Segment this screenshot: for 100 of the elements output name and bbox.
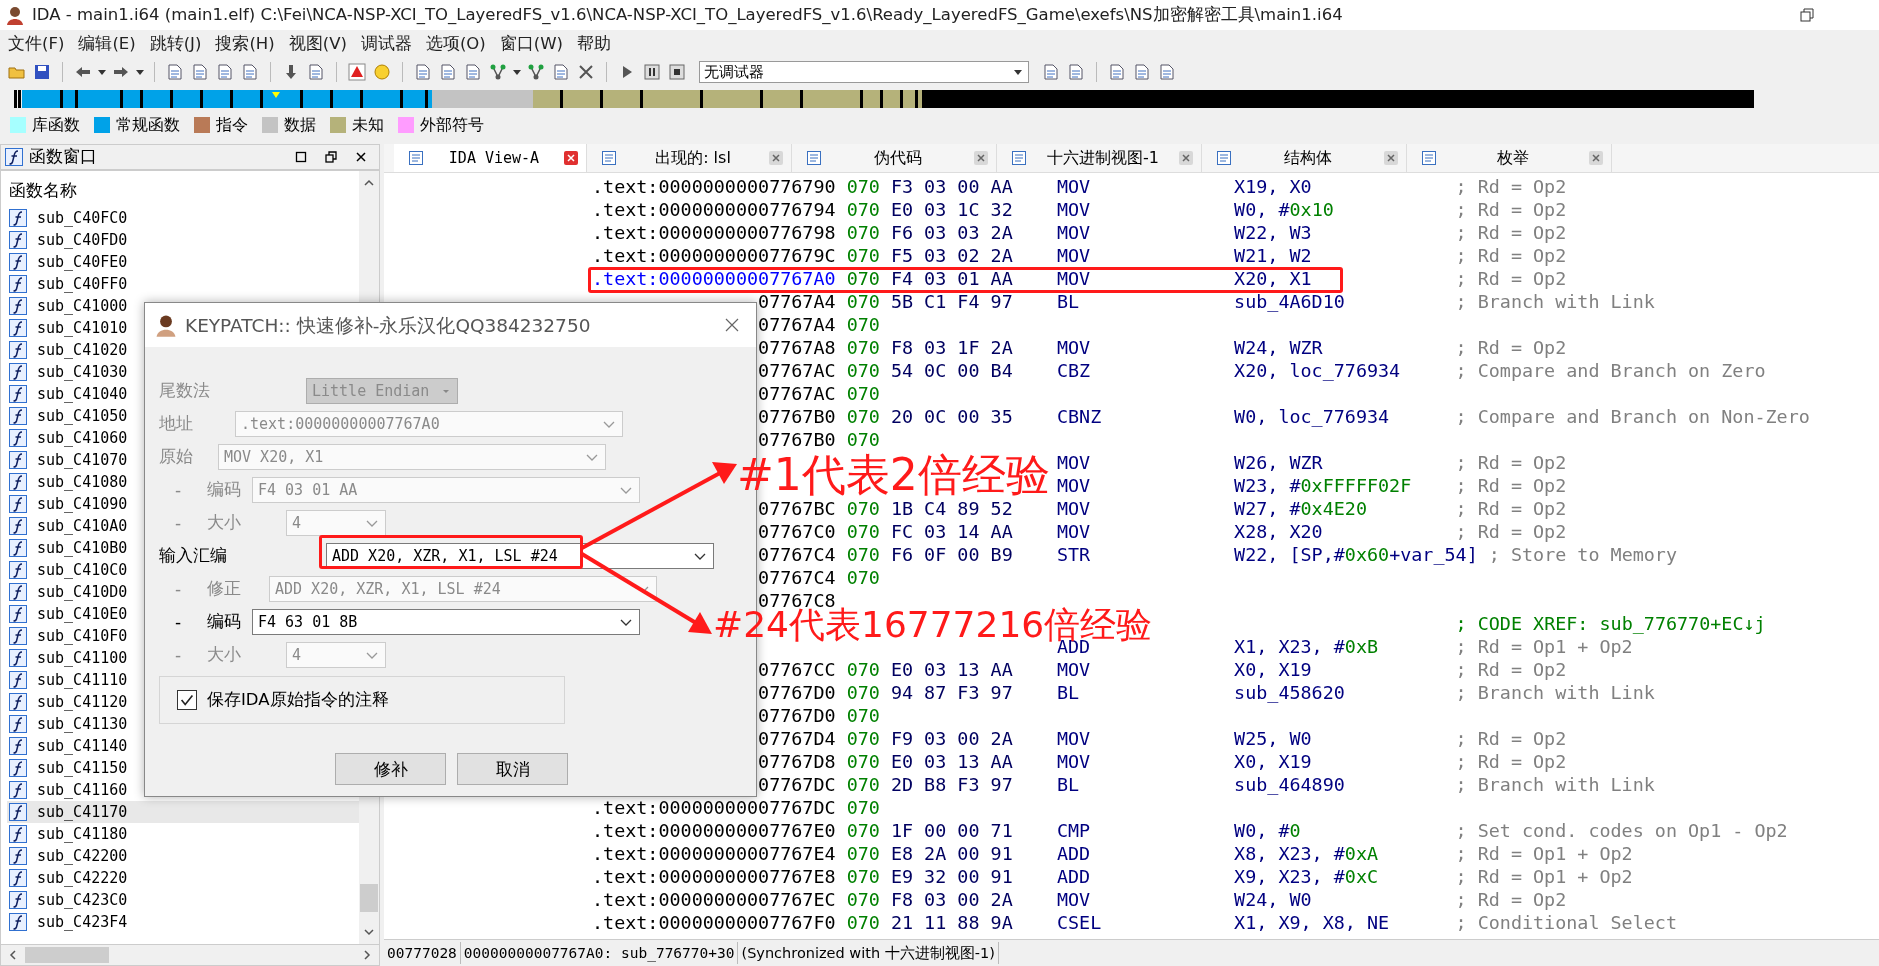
bytes-text: 21 11 88 9A [890,911,1013,934]
legend-label: 指令 [216,114,248,136]
status-cell: (Synchronized with 十六进制视图-1) [738,942,999,964]
mnemonic: STR [1056,543,1092,566]
segment-text: 070 [846,405,880,428]
bytes-text: F4 03 01 AA [890,267,1013,290]
segment-text: 070 [846,267,880,290]
segment-text: 070 [846,796,880,819]
legend-label: 库函数 [32,114,80,136]
address-text: .text:00000000007767F0 [592,912,836,933]
comment: ; Rd = Op2 [1455,888,1567,911]
bytes-text: 54 0C 00 B4 [890,359,1013,382]
address-text: .text:00000000007767EC [592,889,836,910]
address-text: 07767A8 [758,337,836,358]
address-text: .text:00000000007767E8 [592,866,836,887]
comment: ; Rd = Op2 [1455,474,1567,497]
address-text: 07767AC [758,383,836,404]
field-label: 大小 [207,643,242,666]
comment: ; Compare and Branch on Non-Zero [1455,405,1810,428]
address-text: 07767CC [758,659,836,680]
operands: X20, loc_776934 [1234,359,1402,382]
address-text: 07767D0 [758,682,836,703]
address-text: .text:0000000000776790 [592,176,836,197]
operands: W24, WZR [1234,336,1324,359]
comment: ; Rd = Op1 + Op2 [1455,635,1633,658]
mnemonic: CSEL [1056,911,1103,934]
dash-text: - [174,644,183,665]
bytes-text: 20 0C 00 35 [890,405,1013,428]
operands: W21, W2 [1234,244,1313,267]
address-text: 07767A4 [758,291,836,312]
comment: ; Branch with Link [1455,290,1655,313]
comment: ; Rd = Op2 [1455,451,1567,474]
dash-text: - [174,479,183,500]
field-label: 修正 [207,577,242,600]
segment-text: 070 [846,359,880,382]
mnemonic: CBZ [1056,359,1092,382]
mnemonic: MOV [1056,244,1092,267]
mnemonic: CBNZ [1056,405,1103,428]
bytes-text: E0 03 1C 32 [890,198,1013,221]
operands: sub_464890 [1234,773,1346,796]
comment: ; Rd = Op2 [1455,175,1567,198]
bytes-text: 94 87 F3 97 [890,681,1013,704]
legend-label: 外部符号 [420,114,484,136]
comment: ; Rd = Op2 [1455,658,1567,681]
mnemonic: MOV [1056,888,1092,911]
address-text: 07767AC [758,360,836,381]
bytes-text: E0 03 13 AA [890,658,1013,681]
operands: W22, W3 [1234,221,1313,244]
bytes-text: E0 03 13 AA [890,750,1013,773]
mnemonic: MOV [1056,451,1092,474]
address-text: 07767C4 [758,567,836,588]
operands: X19, X0 [1234,175,1313,198]
comment: ; Rd = Op2 [1455,244,1567,267]
segment-text: 070 [846,336,880,359]
address-text: 07767D0 [758,705,836,726]
legend-label: 数据 [284,114,316,136]
field-label: 地址 [159,412,194,435]
mnemonic: ADD [1056,842,1092,865]
bytes-text: F8 03 1F 2A [890,336,1013,359]
mnemonic: ADD [1056,865,1092,888]
segment-text: 070 [846,244,880,267]
comment: ; Compare and Branch on Zero [1455,359,1766,382]
operands: X20, X1 [1234,267,1313,290]
dash-text: - [174,578,183,599]
comment: ; Rd = Op1 + Op2 [1455,865,1633,888]
segment-text: 070 [846,911,880,934]
address-text: .text:00000000007767E0 [592,820,836,841]
operands: W25, W0 [1234,727,1313,750]
comment: ; CODE XREF: sub_776770+EC↓j [1455,612,1766,635]
address-text: 07767B0 [758,406,836,427]
comment: ; Branch with Link [1455,773,1655,796]
operands: sub_458620 [1234,681,1346,704]
status-cell: 00000000007767A0: sub_776770+30 [460,942,739,964]
mnemonic: MOV [1056,221,1092,244]
segment-text: 070 [846,313,880,336]
address-text: 07767D8 [758,751,836,772]
bytes-text: E9 32 00 91 [890,865,1013,888]
operands: X0, X19 [1234,750,1313,773]
bytes-text: E8 2A 00 91 [890,842,1013,865]
operands: W27, #0x4E20 [1234,497,1368,520]
mnemonic: MOV [1056,267,1092,290]
mnemonic: MOV [1056,658,1092,681]
segment-text: 070 [846,382,880,405]
address-text: .text:000000000077679C [592,245,836,266]
address-text: 07767B0 [758,429,836,450]
comment: ; Rd = Op2 [1455,221,1567,244]
address-text: 07767D4 [758,728,836,749]
operands: X0, X19 [1234,658,1313,681]
comment: ; Rd = Op2 [1455,727,1567,750]
dash-text: - [174,512,183,533]
bytes-text: 1B C4 89 52 [890,497,1013,520]
bytes-text: 2D B8 F3 97 [890,773,1013,796]
segment-text: 070 [846,658,880,681]
address-text: 07767DC [758,774,836,795]
mnemonic: MOV [1056,198,1092,221]
bytes-text: F6 0F 00 B9 [890,543,1013,566]
field-label: 大小 [207,511,242,534]
mnemonic: MOV [1056,727,1092,750]
segment-text: 070 [846,750,880,773]
segment-text: 070 [846,543,880,566]
